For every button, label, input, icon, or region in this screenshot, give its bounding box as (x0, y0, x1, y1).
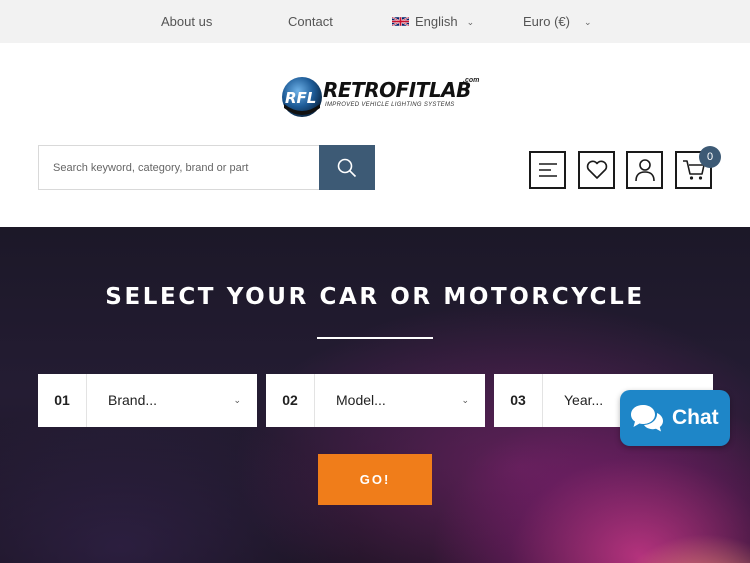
model-select-label: Model... (336, 392, 386, 408)
model-select[interactable]: 02 Model... ⌄ (266, 374, 485, 427)
go-button[interactable]: GO! (318, 454, 432, 505)
account-button[interactable] (626, 151, 663, 189)
currency-selector[interactable]: Euro (€) ⌄ (523, 0, 592, 43)
about-us-label: About us (161, 14, 213, 29)
cart-count-badge: 0 (699, 146, 721, 168)
brand-select-label: Brand... (108, 392, 158, 408)
step-number: 02 (266, 374, 315, 427)
search-input[interactable] (39, 146, 319, 189)
logo-emblem-icon: RFL (282, 77, 322, 117)
language-selector[interactable]: English ⌄ (392, 0, 474, 43)
svg-text:RFL: RFL (285, 89, 316, 107)
about-us-link[interactable]: About us (161, 0, 212, 43)
logo-wordmark: RETROFITLAB (323, 78, 471, 102)
hero-title: SELECT YOUR CAR OR MOTORCYCLE (105, 284, 645, 310)
brand-select[interactable]: 01 Brand... ⌄ (38, 374, 257, 427)
top-bar: About us Contact English ⌄ Euro (€) ⌄ (0, 0, 750, 43)
logo-tld: .com (463, 77, 480, 84)
chevron-down-icon: ⌄ (583, 17, 592, 27)
menu-icon (538, 163, 557, 177)
chevron-down-icon: ⌄ (461, 395, 469, 405)
hero-vehicle-selector: SELECT YOUR CAR OR MOTORCYCLE 01 Brand..… (0, 227, 750, 563)
contact-label: Contact (288, 14, 333, 29)
chat-bubbles-icon (631, 405, 663, 432)
search-button[interactable] (319, 145, 375, 190)
uk-flag-icon (392, 16, 409, 27)
user-icon (634, 159, 655, 182)
step-number: 01 (38, 374, 87, 427)
site-logo[interactable]: RFL RETROFITLAB .com IMPROVED VEHICLE LI… (280, 74, 486, 120)
language-label: English (415, 14, 458, 29)
contact-link[interactable]: Contact (288, 0, 333, 43)
currency-label: Euro (€) (523, 14, 570, 29)
search-bar (38, 145, 375, 190)
heart-icon (586, 160, 607, 179)
search-icon (337, 158, 357, 177)
chat-label: Chat (672, 406, 719, 429)
title-divider (317, 337, 433, 339)
step-number: 03 (494, 374, 543, 427)
chat-button[interactable]: Chat (620, 390, 730, 446)
wishlist-button[interactable] (578, 151, 615, 189)
logo-tagline: IMPROVED VEHICLE LIGHTING SYSTEMS (325, 102, 455, 108)
chevron-down-icon: ⌄ (466, 17, 475, 27)
chevron-down-icon: ⌄ (233, 395, 241, 405)
menu-button[interactable] (529, 151, 566, 189)
year-select-label: Year... (564, 392, 604, 408)
